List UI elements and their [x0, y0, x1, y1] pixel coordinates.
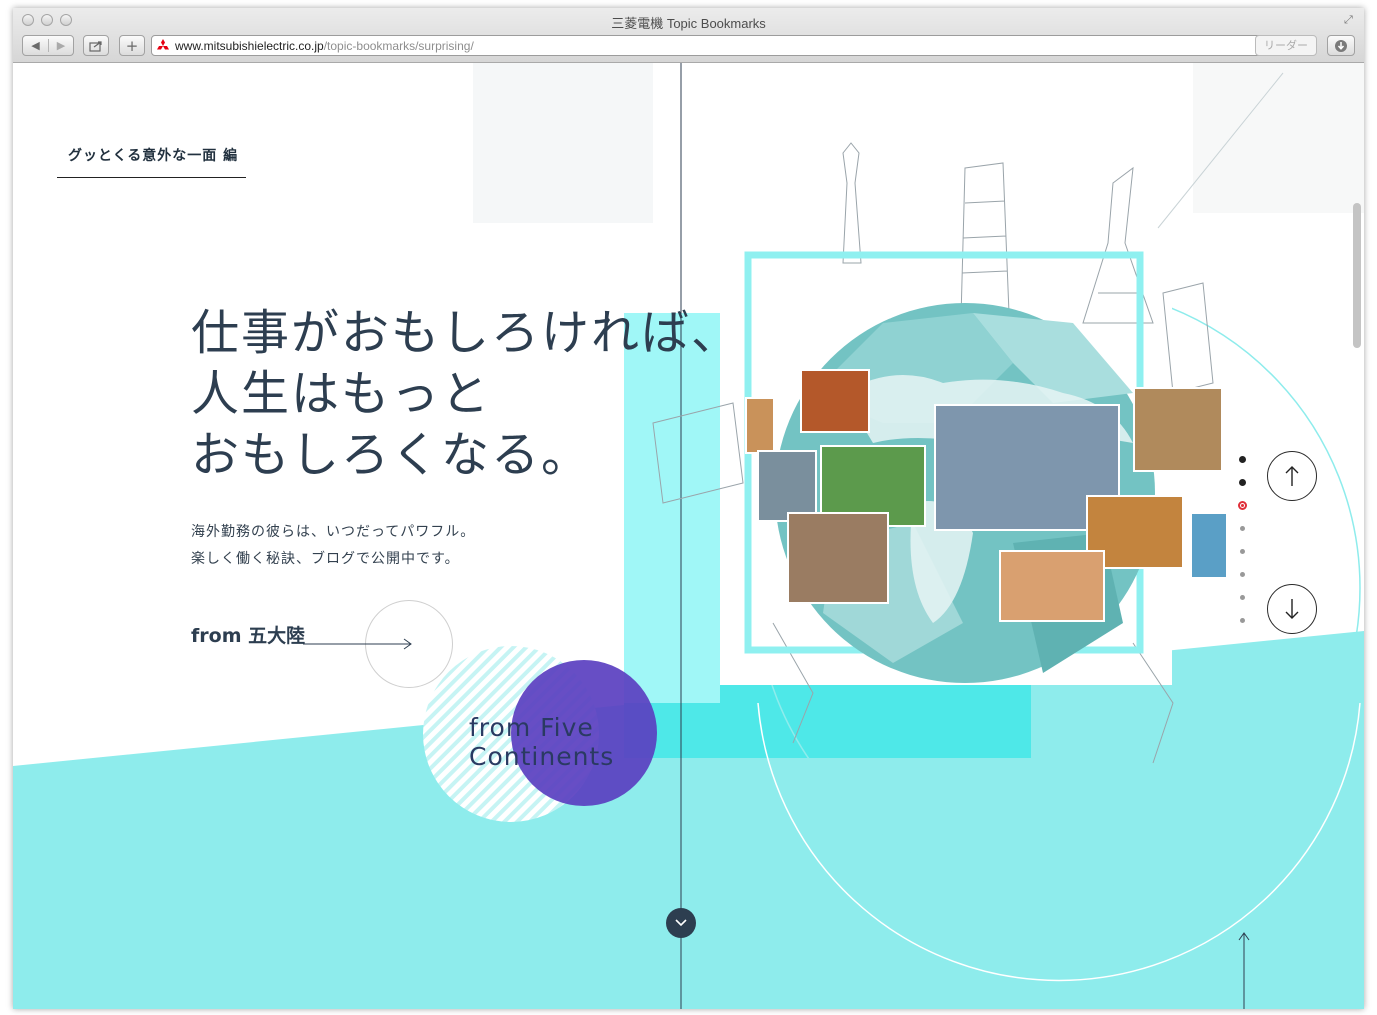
new-tab-button[interactable]: +	[119, 35, 145, 56]
photo-city-thumb	[745, 397, 775, 454]
landmark-sketch	[652, 402, 744, 504]
reader-button[interactable]: リーダー	[1255, 35, 1317, 56]
photo-office	[757, 450, 817, 522]
arrow-up-icon	[1285, 466, 1299, 486]
browser-window: 三菱電機 Topic Bookmarks ⤢ ◀ ▶ + www.mitsubi…	[13, 8, 1364, 1009]
arrow-down-icon	[1285, 599, 1299, 619]
scroll-down-button[interactable]	[666, 908, 696, 938]
url-path: /topic-bookmarks/surprising/	[323, 39, 474, 53]
downloads-button[interactable]	[1327, 35, 1355, 56]
badge-line: Continents	[469, 742, 615, 771]
photo-seaside	[1190, 512, 1228, 579]
from-continents-link[interactable]: from 五大陸	[191, 621, 305, 648]
five-continents-badge: from Five Continents	[469, 713, 614, 771]
leaning-tower-sketch	[960, 162, 1010, 319]
statue-of-liberty-sketch	[842, 142, 862, 264]
next-section-button[interactable]	[1267, 584, 1317, 634]
web-page: グッとくる意外な一面 編 仕事がおもしろければ、 人生はもっと おもしろくなる。…	[13, 63, 1364, 1009]
pager-dot[interactable]	[1240, 526, 1245, 531]
pager-dot[interactable]	[1240, 549, 1245, 554]
pager-dot[interactable]	[1240, 618, 1245, 623]
pager-dot[interactable]	[1240, 572, 1245, 577]
fullscreen-icon[interactable]: ⤢	[1344, 14, 1356, 26]
lead-line: 海外勤務の彼らは、いつだってパワフル。	[191, 524, 476, 540]
address-bar[interactable]: www.mitsubishielectric.co.jp/topic-bookm…	[151, 35, 1281, 56]
url-host: www.mitsubishielectric.co.jp	[175, 39, 324, 53]
globe-illustration	[652, 142, 1228, 764]
download-icon	[1335, 39, 1347, 52]
url-text: www.mitsubishielectric.co.jp/topic-bookm…	[175, 39, 474, 53]
pager-dot-active[interactable]	[1238, 501, 1247, 510]
back-forward-buttons: ◀ ▶	[22, 35, 74, 56]
photo-paella	[800, 369, 870, 433]
window-title: 三菱電機 Topic Bookmarks	[611, 16, 766, 31]
landmark-sketch	[1162, 282, 1214, 394]
pager-dot[interactable]	[1239, 456, 1246, 463]
photo-market-street	[787, 512, 889, 604]
photo-burrito	[999, 550, 1105, 622]
photo-colosseum	[1133, 387, 1223, 472]
share-icon	[89, 40, 102, 52]
lead-text: 海外勤務の彼らは、いつだってパワフル。 楽しく働く秘訣、ブログで公開中です。	[191, 519, 475, 573]
breadcrumb[interactable]: グッとくる意外な一面 編	[57, 145, 246, 178]
chevron-down-icon	[675, 919, 687, 927]
toolbar: ◀ ▶ + www.mitsubishielectric.co.jp/topic…	[13, 33, 1364, 61]
badge-line: from Five	[469, 713, 594, 742]
mitsubishi-logo-icon	[157, 39, 169, 50]
pager-dot[interactable]	[1239, 479, 1246, 486]
pager-dot[interactable]	[1240, 595, 1245, 600]
previous-section-button[interactable]	[1267, 451, 1317, 501]
forward-arrow-icon[interactable]: ▶	[48, 39, 73, 52]
lead-line: 楽しく働く秘訣、ブログで公開中です。	[191, 551, 460, 567]
titlebar: 三菱電機 Topic Bookmarks ⤢ ◀ ▶ + www.mitsubi…	[13, 8, 1364, 63]
back-arrow-icon[interactable]: ◀	[23, 39, 48, 52]
share-button[interactable]	[83, 35, 109, 56]
page-scrollbar[interactable]	[1353, 203, 1361, 348]
right-arrow-icon	[303, 638, 412, 650]
